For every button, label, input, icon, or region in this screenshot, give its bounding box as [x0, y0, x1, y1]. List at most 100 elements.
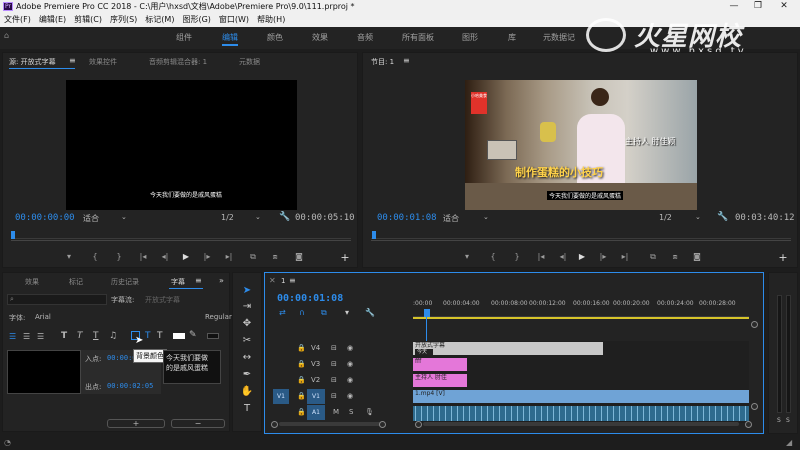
panel-menu-icon[interactable]: ≡	[195, 276, 202, 285]
sync-lock-icon[interactable]: ⊟	[331, 360, 337, 368]
expand-panels-icon[interactable]: »	[219, 276, 224, 285]
maximize-button[interactable]: ❐	[746, 0, 770, 13]
play-icon[interactable]: ▶	[180, 252, 192, 261]
lock-icon[interactable]: 🔒	[297, 392, 306, 400]
close-tab-icon[interactable]: ✕	[269, 276, 276, 285]
chevron-down-icon[interactable]: ⌄	[255, 213, 261, 221]
header-scrollbar[interactable]	[279, 422, 383, 426]
v-scroll-handle-top[interactable]	[751, 321, 758, 328]
go-to-out-icon[interactable]: ▸|	[223, 252, 235, 261]
go-to-in-icon[interactable]: |◂	[137, 252, 149, 261]
menu-window[interactable]: 窗口(W)	[215, 13, 253, 27]
wrench-icon[interactable]: 🔧	[365, 308, 375, 317]
outline-color-icon[interactable]: T	[157, 331, 163, 341]
go-to-in-icon[interactable]: |◂	[535, 252, 547, 261]
mark-in-icon[interactable]: {	[487, 252, 499, 261]
workspace-graphics[interactable]: 图形	[462, 32, 478, 43]
chevron-down-icon[interactable]: ⌄	[695, 213, 701, 221]
add-button-icon[interactable]: +	[777, 251, 789, 264]
camera-icon[interactable]: ◙	[293, 252, 305, 261]
program-fit-select[interactable]: 适合	[443, 213, 459, 224]
selection-tool-icon[interactable]: ➤	[240, 284, 254, 298]
caption-stream-value[interactable]: 开放式字幕	[145, 295, 180, 305]
workspace-color[interactable]: 颜色	[267, 32, 283, 43]
clip-v3[interactable]: fff	[413, 358, 467, 371]
timeline-playhead[interactable]	[424, 309, 430, 317]
source-scroll-track[interactable]	[11, 240, 351, 243]
tab-audio-clip-mixer[interactable]: 音频剪辑混合器: 1	[149, 57, 207, 67]
font-select[interactable]: Arial	[35, 313, 51, 321]
underline-icon[interactable]: T	[93, 331, 99, 341]
text-color-icon[interactable]: T	[145, 331, 151, 341]
resize-grip-icon[interactable]: ◢	[786, 438, 792, 447]
lift-icon[interactable]: ⧉	[647, 252, 659, 262]
source-timecode-in[interactable]: 00:00:00:00	[15, 213, 75, 223]
v-scroll-handle-bottom[interactable]	[751, 403, 758, 410]
delete-caption-button[interactable]: −	[171, 419, 225, 428]
overwrite-icon[interactable]: ⧈	[269, 252, 281, 262]
workspace-libraries[interactable]: 库	[508, 32, 516, 43]
mute-button[interactable]: M	[333, 408, 339, 416]
align-left-icon[interactable]: ☰	[9, 332, 16, 341]
clip-a1-audio[interactable]	[413, 406, 749, 421]
sync-lock-icon[interactable]: ⊟	[331, 344, 337, 352]
hand-tool-icon[interactable]: ✋	[240, 385, 254, 399]
source-playhead[interactable]	[11, 231, 15, 239]
type-tool-icon[interactable]: T	[240, 402, 254, 416]
bold-icon[interactable]: T	[61, 331, 67, 341]
opacity-swatch[interactable]	[207, 333, 219, 339]
program-playhead[interactable]	[372, 231, 376, 239]
align-center-icon[interactable]: ☰	[23, 332, 30, 341]
italic-icon[interactable]: T	[77, 331, 83, 341]
timeline-timecode[interactable]: 00:00:01:08	[277, 293, 343, 304]
caption-text-box[interactable]: 今天我们要做 的是戚风蛋糕	[163, 350, 221, 384]
eye-icon[interactable]: ◉	[347, 344, 353, 352]
menu-help[interactable]: 帮助(H)	[253, 13, 289, 27]
add-caption-button[interactable]: +	[107, 419, 165, 428]
clip-v2[interactable]: 主持人 肘佳	[413, 374, 467, 387]
wrench-icon[interactable]: 🔧	[279, 212, 290, 222]
clip-v1-video[interactable]: 1.mp4 [V]	[413, 390, 749, 403]
panel-menu-icon[interactable]: ≡	[69, 56, 76, 65]
close-button[interactable]: ✕	[772, 0, 796, 13]
font-style-select[interactable]: Regular	[205, 313, 232, 321]
sync-lock-icon[interactable]: ⊟	[331, 376, 337, 384]
tab-effect-controls[interactable]: 效果控件	[89, 57, 117, 67]
align-right-icon[interactable]: ☰	[37, 332, 44, 341]
menu-sequence[interactable]: 序列(S)	[106, 13, 141, 27]
lock-icon[interactable]: 🔒	[297, 344, 306, 352]
tab-metadata[interactable]: 元数据	[239, 57, 260, 67]
mark-out-icon[interactable]: }	[511, 252, 523, 261]
workspace-editing[interactable]: 编辑	[222, 32, 238, 43]
color-swatch[interactable]	[173, 333, 185, 339]
eye-icon[interactable]: ◉	[347, 392, 353, 400]
tab-captions[interactable]: 字幕	[171, 277, 185, 287]
go-to-out-icon[interactable]: ▸|	[619, 252, 631, 261]
search-input[interactable]: ⌕	[7, 294, 107, 305]
caption-thumbnail[interactable]	[7, 350, 81, 394]
timeline-ruler[interactable]: :00:00 00:00:04:00 00:00:08:00 00:00:12:…	[413, 299, 749, 317]
slip-tool-icon[interactable]: ↔	[240, 351, 254, 365]
source-patch-v1[interactable]: V1	[273, 389, 289, 404]
add-button-icon[interactable]: +	[339, 251, 351, 264]
source-fit-select[interactable]: 适合	[83, 213, 99, 224]
microphone-icon[interactable]: 🎙	[365, 408, 374, 416]
source-ratio-select[interactable]: 1/2	[221, 213, 234, 222]
step-back-icon[interactable]: ◂|	[557, 252, 569, 261]
home-icon[interactable]: ⌂	[4, 31, 9, 40]
wrench-icon[interactable]: 🔧	[717, 212, 728, 222]
clip-v4-subclip[interactable]: 今天	[415, 349, 433, 355]
lock-icon[interactable]: 🔒	[297, 408, 306, 416]
nest-icon[interactable]: ⇄	[279, 308, 286, 317]
work-area-bar[interactable]	[413, 317, 749, 319]
tab-history[interactable]: 历史记录	[111, 277, 139, 287]
workspace-audio[interactable]: 音频	[357, 32, 373, 43]
workspace-effects[interactable]: 效果	[312, 32, 328, 43]
program-timecode-in[interactable]: 00:00:01:08	[377, 213, 437, 223]
chevron-down-icon[interactable]: ⌄	[121, 213, 127, 221]
clip-v4-captions[interactable]: 开放式字幕	[413, 342, 603, 355]
source-time-ruler[interactable]	[11, 227, 351, 239]
sync-lock-icon[interactable]: ⊟	[331, 392, 337, 400]
step-forward-icon[interactable]: |▸	[201, 252, 213, 261]
minimize-button[interactable]: —	[722, 0, 746, 13]
